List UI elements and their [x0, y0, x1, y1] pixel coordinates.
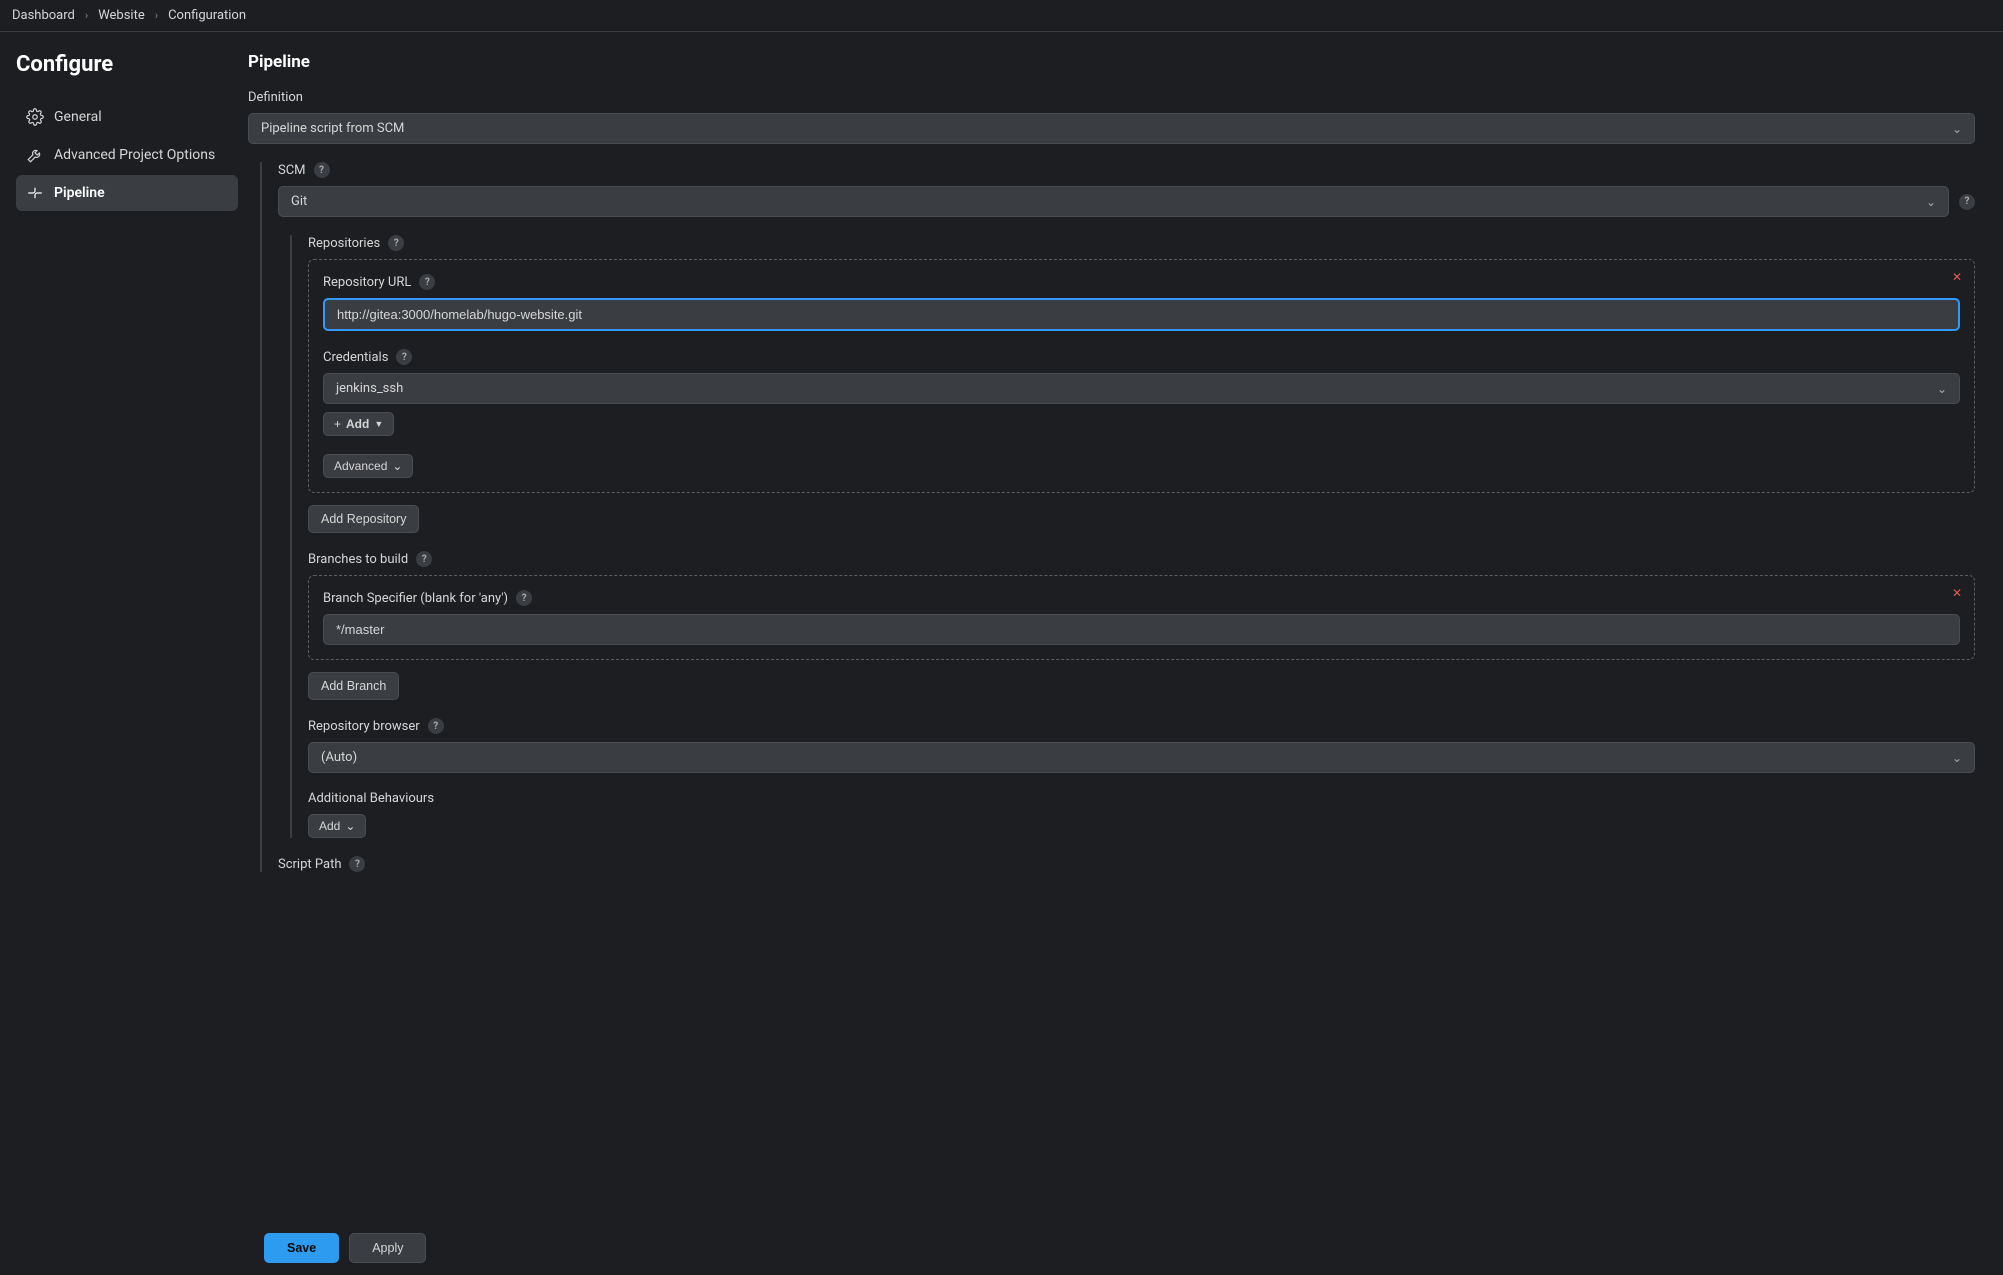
breadcrumb-configuration[interactable]: Configuration	[168, 8, 246, 23]
button-label: Save	[287, 1241, 316, 1255]
chevron-down-icon: ⌄	[1952, 751, 1962, 765]
button-label: Add	[319, 819, 340, 833]
chevron-right-icon: ›	[85, 9, 88, 22]
plus-icon: +	[334, 417, 341, 431]
close-icon[interactable]: ✕	[1948, 268, 1966, 286]
select-value: jenkins_ssh	[336, 381, 403, 396]
sidebar-item-label: Advanced Project Options	[54, 147, 215, 163]
repo-url-label: Repository URL	[323, 275, 411, 290]
button-label: Advanced	[334, 459, 387, 473]
caret-down-icon: ▼	[374, 419, 383, 429]
add-credentials-button[interactable]: + Add ▼	[323, 412, 394, 436]
scm-select[interactable]: Git ⌄	[278, 186, 1949, 217]
select-value: Git	[291, 194, 307, 209]
branches-label: Branches to build	[308, 552, 408, 567]
footer-actions: Save Apply	[248, 1221, 2003, 1275]
help-icon[interactable]: ?	[516, 590, 532, 606]
close-icon[interactable]: ✕	[1948, 584, 1966, 602]
chevron-down-icon: ⌄	[1926, 195, 1936, 209]
sidebar-item-label: Pipeline	[54, 185, 105, 201]
main-content: Pipeline Definition Pipeline script from…	[248, 32, 2003, 990]
chevron-down-icon: ⌄	[1937, 382, 1947, 396]
sidebar-item-advanced[interactable]: Advanced Project Options	[16, 137, 238, 173]
help-icon[interactable]: ?	[396, 349, 412, 365]
credentials-label: Credentials	[323, 350, 388, 365]
page-title: Configure	[16, 52, 238, 77]
pipeline-icon	[26, 184, 44, 202]
add-repository-button[interactable]: Add Repository	[308, 505, 419, 533]
branch-spec-input[interactable]	[323, 614, 1960, 645]
chevron-down-icon: ⌄	[392, 459, 402, 473]
section-title: Pipeline	[248, 52, 1975, 72]
credentials-select[interactable]: jenkins_ssh ⌄	[323, 373, 1960, 404]
sidebar-item-label: General	[54, 109, 102, 125]
sidebar: Configure General Advanced Project Optio…	[0, 32, 248, 990]
select-value: (Auto)	[321, 750, 357, 765]
advanced-button[interactable]: Advanced ⌄	[323, 454, 413, 478]
branch-spec-label: Branch Specifier (blank for 'any')	[323, 591, 508, 606]
definition-select[interactable]: Pipeline script from SCM ⌄	[248, 113, 1975, 144]
help-icon[interactable]: ?	[314, 162, 330, 178]
repo-browser-label: Repository browser	[308, 719, 420, 734]
script-path-label: Script Path	[278, 857, 341, 872]
scm-label: SCM	[278, 163, 306, 178]
add-branch-button[interactable]: Add Branch	[308, 672, 399, 700]
help-icon[interactable]: ?	[388, 235, 404, 251]
gear-icon	[26, 108, 44, 126]
button-label: Add	[346, 417, 369, 431]
help-icon[interactable]: ?	[419, 274, 435, 290]
button-label: Add Branch	[321, 679, 386, 693]
help-icon[interactable]: ?	[428, 718, 444, 734]
definition-label: Definition	[248, 90, 1975, 105]
sidebar-item-pipeline[interactable]: Pipeline	[16, 175, 238, 211]
breadcrumb-dashboard[interactable]: Dashboard	[12, 8, 75, 23]
sidebar-item-general[interactable]: General	[16, 99, 238, 135]
button-label: Add Repository	[321, 512, 406, 526]
add-behaviour-button[interactable]: Add ⌄	[308, 814, 366, 838]
behaviours-label: Additional Behaviours	[308, 791, 434, 806]
help-icon[interactable]: ?	[349, 856, 365, 872]
repository-box: ✕ Repository URL ? Credentials ?	[308, 259, 1975, 493]
repositories-label: Repositories	[308, 236, 380, 251]
button-label: Apply	[372, 1241, 403, 1255]
save-button[interactable]: Save	[264, 1233, 339, 1263]
select-value: Pipeline script from SCM	[261, 121, 404, 136]
breadcrumb: Dashboard › Website › Configuration	[0, 0, 2003, 31]
chevron-down-icon: ⌄	[345, 819, 355, 833]
help-icon[interactable]: ?	[1959, 194, 1975, 210]
wrench-icon	[26, 146, 44, 164]
repo-url-input[interactable]	[323, 298, 1960, 331]
branch-box: ✕ Branch Specifier (blank for 'any') ?	[308, 575, 1975, 660]
chevron-down-icon: ⌄	[1952, 122, 1962, 136]
chevron-right-icon: ›	[155, 9, 158, 22]
apply-button[interactable]: Apply	[349, 1233, 426, 1263]
repo-browser-select[interactable]: (Auto) ⌄	[308, 742, 1975, 773]
help-icon[interactable]: ?	[416, 551, 432, 567]
breadcrumb-website[interactable]: Website	[98, 8, 145, 23]
